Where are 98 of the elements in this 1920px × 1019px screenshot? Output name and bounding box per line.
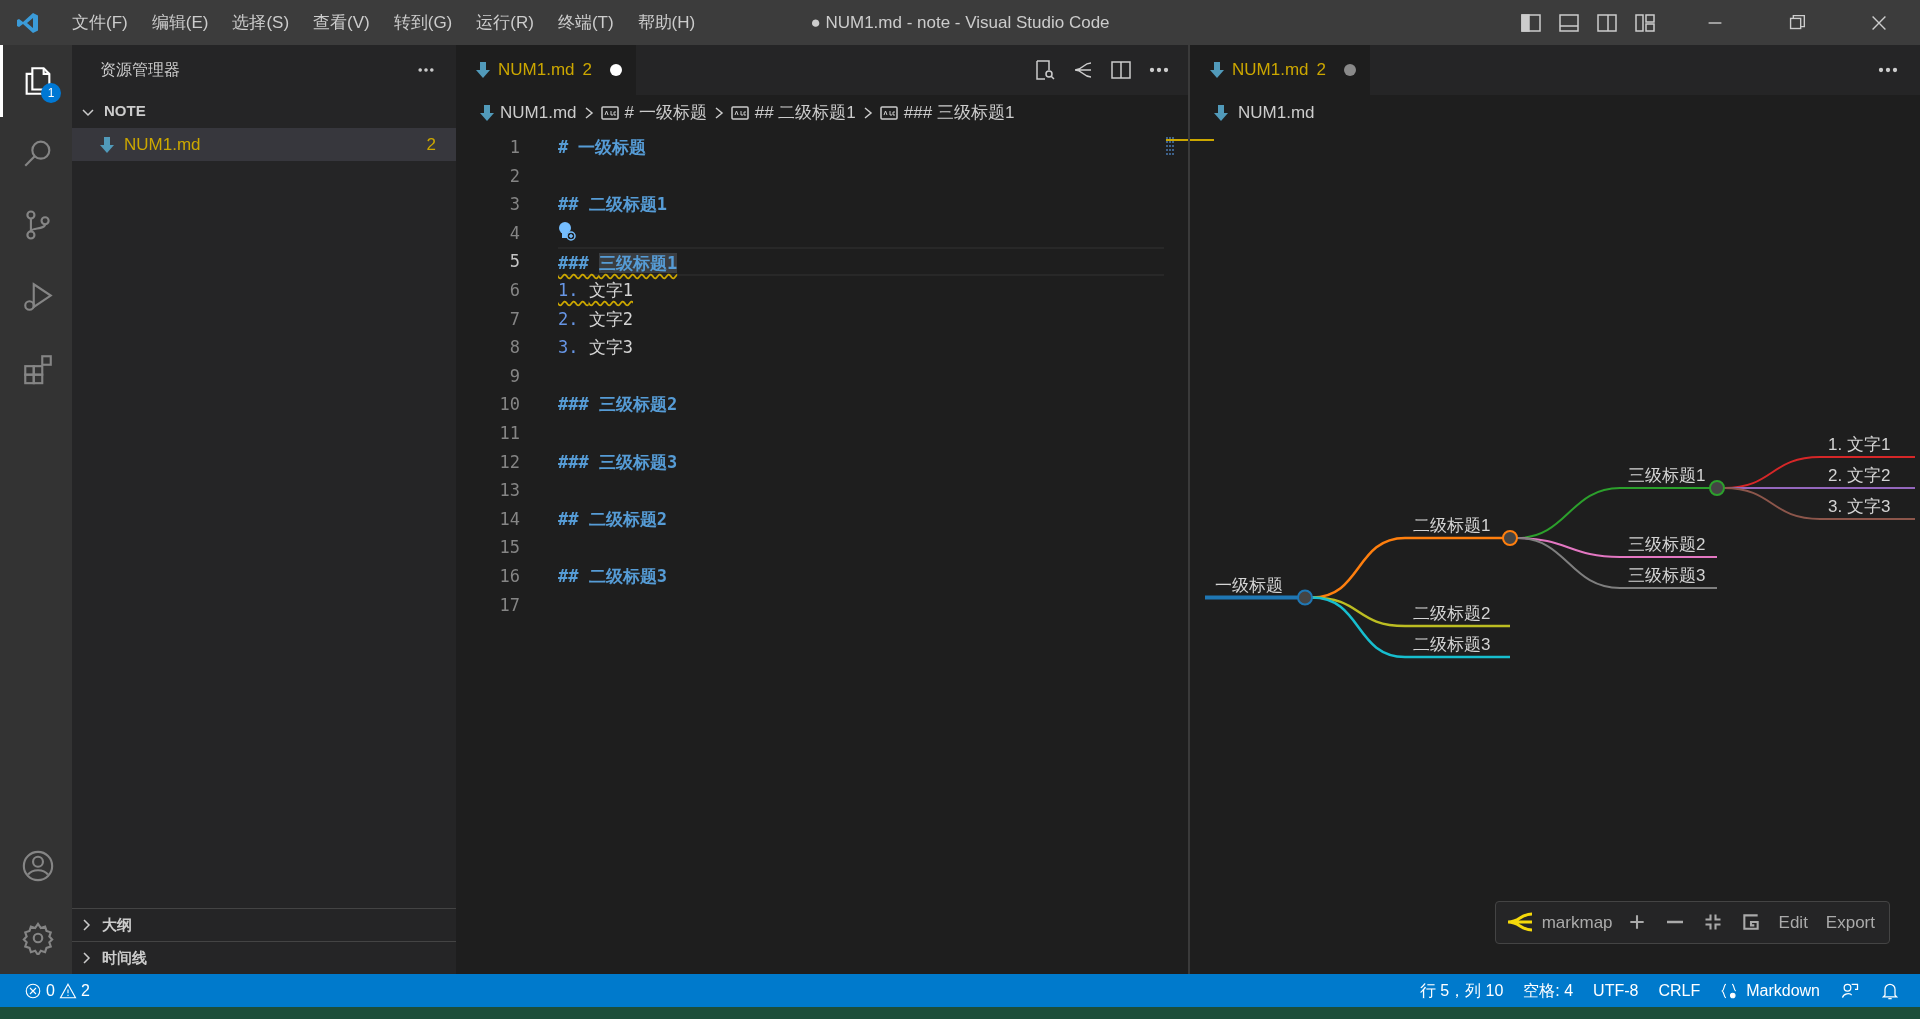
editor-tab[interactable]: NUM1.md 2: [1190, 45, 1370, 95]
status-item[interactable]: 空格: 4: [1513, 974, 1584, 1007]
breadcrumb-item[interactable]: # 一级标题: [624, 99, 707, 126]
markdown-file-icon: [480, 103, 494, 122]
node-label[interactable]: 3. 文字3: [1828, 497, 1891, 516]
brand-name: markmap: [1541, 911, 1613, 934]
code-line: ## 二级标题2: [558, 508, 667, 529]
warning-icon: [58, 981, 77, 1000]
panel-header[interactable]: 大纲: [72, 908, 456, 941]
line-number: 6: [508, 278, 520, 302]
markdown-file-icon: [100, 135, 114, 154]
node-label[interactable]: 二级标题2: [1413, 604, 1491, 623]
breadcrumb-item[interactable]: ### 三级标题1: [903, 99, 1015, 126]
code-line: ### 三级标题1: [558, 253, 678, 274]
code-line: 2. 文字2: [558, 308, 633, 329]
line-number: 4: [508, 221, 520, 245]
node-label[interactable]: 三级标题2: [1628, 535, 1706, 554]
line-number: 3: [508, 193, 520, 217]
split-editor-icon[interactable]: [1109, 58, 1133, 82]
line-number: 9: [508, 364, 520, 388]
app-logo-icon: [16, 10, 40, 35]
editor-tab[interactable]: NUM1.md 2: [456, 45, 636, 95]
menu-item[interactable]: 选择(S): [220, 9, 302, 36]
settings-icon: [20, 921, 55, 955]
collapse-node-icon[interactable]: [1709, 480, 1725, 496]
code-line: 3. 文字3: [558, 337, 633, 358]
code-line: ## 二级标题1: [558, 194, 667, 215]
line-number: 12: [498, 450, 520, 474]
symbol-string-icon: [730, 105, 749, 120]
line-number: 14: [498, 507, 520, 531]
code-line: ## 二级标题3: [558, 565, 667, 586]
node-label[interactable]: 三级标题3: [1628, 566, 1706, 585]
breadcrumb-item[interactable]: NUM1.md: [1238, 99, 1315, 126]
error-count: 0: [46, 980, 55, 1001]
line-number: 13: [498, 479, 520, 503]
node-label[interactable]: 2. 文字2: [1828, 466, 1891, 485]
line-number: 8: [508, 336, 520, 360]
problem-count: 2: [1316, 59, 1326, 82]
code-line: 1. 文字1: [558, 279, 633, 300]
line-number: 2: [508, 164, 520, 188]
status-item[interactable]: UTF-8: [1583, 974, 1649, 1007]
lightbulb-icon: [558, 220, 576, 241]
symbol-string-icon: [600, 105, 619, 120]
collapse-node-icon[interactable]: [1502, 530, 1518, 546]
node-label[interactable]: 一级标题: [1215, 575, 1283, 595]
code-line: ### 三级标题2: [558, 394, 678, 415]
zoom-out-icon: [1664, 920, 1685, 925]
menu-item[interactable]: 帮助(H): [625, 9, 708, 36]
code-line: # 一级标题: [558, 137, 647, 157]
window-title: ● NUM1.md - note - Visual Studio Code: [810, 12, 1110, 32]
problem-count: 2: [582, 59, 592, 82]
markdown-file-icon: [1214, 103, 1228, 122]
collapse-node-icon[interactable]: [1297, 589, 1313, 606]
breadcrumb-item[interactable]: NUM1.md: [500, 99, 577, 126]
node-label[interactable]: 二级标题1: [1413, 516, 1491, 535]
account-icon: [20, 849, 55, 883]
node-label[interactable]: 1. 文字1: [1828, 435, 1891, 454]
toolbar-button[interactable]: Edit: [1774, 907, 1812, 937]
menu-item[interactable]: 终端(T): [545, 9, 626, 36]
preview-icon[interactable]: [1033, 58, 1057, 82]
notification-badge: 1: [41, 83, 61, 103]
file-name: NUM1.md: [124, 133, 201, 156]
line-number: 1: [508, 136, 520, 159]
error-icon: [24, 981, 42, 1000]
status-item[interactable]: 行 5，列 10: [1409, 974, 1514, 1007]
markdown-file-icon: [1210, 61, 1224, 79]
problems-status[interactable]: 0 2: [14, 974, 100, 1007]
menu-item[interactable]: 编辑(E): [139, 9, 221, 36]
tab-label: NUM1.md: [1232, 59, 1309, 82]
node-label[interactable]: 三级标题1: [1628, 466, 1706, 485]
symbol-string-icon: [879, 105, 898, 120]
status-item[interactable]: CRLF: [1648, 974, 1711, 1007]
problem-count: 2: [426, 133, 436, 156]
language-mode[interactable]: Markdown: [1710, 974, 1830, 1007]
code-line: ### 三级标题3: [558, 451, 678, 472]
breadcrumb-item[interactable]: ## 二级标题1: [754, 99, 856, 126]
toggle-recursive-icon: [1740, 912, 1761, 933]
line-number: 5: [508, 250, 520, 274]
line-number: 17: [498, 593, 520, 617]
line-number: 7: [508, 307, 520, 331]
warning-count: 2: [80, 980, 90, 1001]
menu-item[interactable]: 文件(F): [60, 9, 140, 36]
braces-icon: [1720, 981, 1739, 1000]
folder-row[interactable]: NOTE: [72, 95, 456, 128]
line-number: 10: [498, 393, 520, 417]
line-number: 16: [498, 564, 520, 588]
sidebar-title: 资源管理器: [100, 60, 180, 80]
markdown-file-icon: [476, 61, 490, 79]
menu-item[interactable]: 查看(V): [301, 9, 382, 36]
node-label[interactable]: 二级标题3: [1413, 635, 1491, 654]
menu-item[interactable]: 转到(G): [381, 9, 465, 36]
tab-label: NUM1.md: [498, 59, 575, 82]
toolbar-button[interactable]: Export: [1821, 907, 1879, 937]
line-number: 15: [498, 536, 520, 560]
file-row[interactable]: NUM1.md 2: [72, 128, 456, 161]
markmap-logo-icon: [1505, 911, 1534, 934]
menu-item[interactable]: 运行(R): [464, 9, 546, 36]
line-number: 11: [498, 421, 520, 445]
